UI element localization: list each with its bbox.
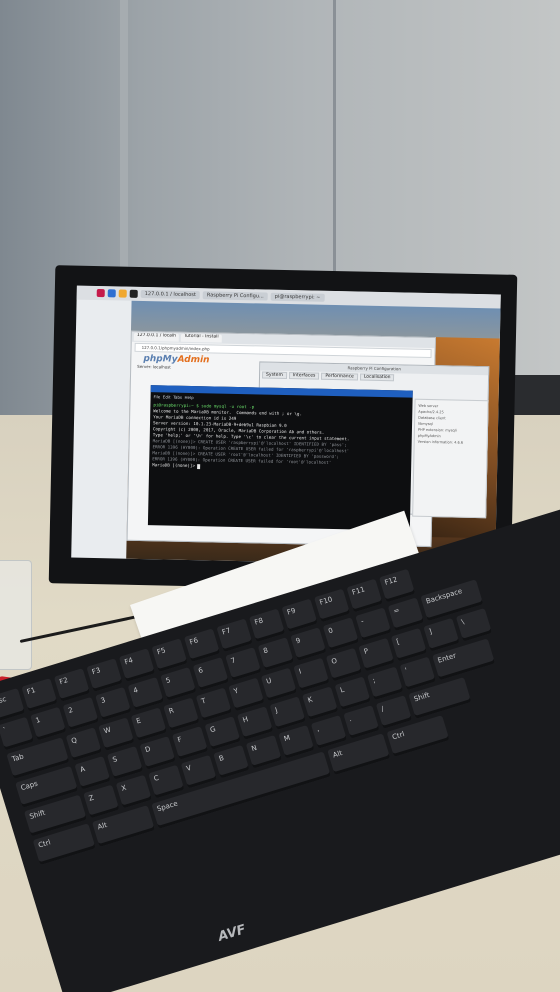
- key[interactable]: N: [245, 734, 283, 769]
- key[interactable]: K: [302, 686, 339, 721]
- wall-frame: [120, 0, 128, 300]
- key[interactable]: F4: [118, 648, 156, 682]
- key[interactable]: =: [387, 597, 425, 632]
- key[interactable]: F6: [183, 628, 221, 663]
- key[interactable]: ;: [367, 666, 404, 701]
- terminal-line: MariaDB [(none)]>: [152, 462, 198, 469]
- key[interactable]: L: [334, 676, 371, 711]
- phpmyadmin-server-panel: Web server Apache/2.4.25 Database client…: [412, 398, 489, 519]
- taskbar-task-browser[interactable]: 127.0.0.1 / localhost: [140, 289, 200, 300]
- key[interactable]: F9: [281, 598, 318, 633]
- key[interactable]: U: [260, 667, 298, 702]
- key[interactable]: F10: [313, 588, 351, 623]
- taskbar-task-terminal[interactable]: pi@raspberrypi: ~: [270, 292, 325, 302]
- key[interactable]: 5: [160, 667, 197, 701]
- key[interactable]: F3: [86, 658, 123, 692]
- key[interactable]: J: [269, 696, 306, 730]
- taskbar-task-config[interactable]: Raspberry Pi Configu...: [202, 291, 268, 301]
- menu-help[interactable]: Help: [184, 395, 193, 400]
- key[interactable]: 7: [225, 647, 262, 681]
- key[interactable]: F12: [378, 568, 416, 603]
- monitor-screen: 127.0.0.1 / localhost Raspberry Pi Confi…: [71, 285, 501, 567]
- key[interactable]: O: [325, 647, 363, 682]
- key[interactable]: `: [0, 716, 34, 751]
- terminal-cursor: [197, 463, 201, 469]
- key[interactable]: T: [195, 687, 232, 722]
- key[interactable]: .: [343, 705, 380, 739]
- key[interactable]: 6: [192, 657, 229, 691]
- key[interactable]: Z: [83, 784, 120, 819]
- menu-edit[interactable]: Edit: [163, 394, 171, 399]
- key[interactable]: A: [74, 755, 111, 790]
- key[interactable]: F11: [346, 578, 383, 613]
- tab-performance[interactable]: Performance: [321, 372, 358, 381]
- key[interactable]: S: [106, 746, 144, 780]
- tab-localisation[interactable]: Localisation: [359, 373, 395, 382]
- key[interactable]: E: [130, 707, 167, 742]
- key[interactable]: 4: [127, 676, 164, 711]
- panel-line: Version information: 4.6.6: [417, 439, 464, 445]
- key[interactable]: B: [213, 744, 250, 779]
- key[interactable]: 1: [30, 706, 67, 741]
- raspberry-menu-icon[interactable]: [96, 289, 105, 298]
- browser-icon[interactable]: [107, 289, 116, 298]
- key[interactable]: Q: [65, 727, 102, 761]
- key[interactable]: \: [455, 607, 493, 642]
- key[interactable]: 9: [290, 627, 327, 661]
- key[interactable]: G: [204, 716, 241, 750]
- key[interactable]: -: [355, 607, 392, 642]
- key[interactable]: 8: [257, 637, 294, 671]
- key[interactable]: 0: [322, 617, 360, 651]
- menu-file[interactable]: File: [154, 394, 161, 399]
- key[interactable]: H: [236, 706, 274, 740]
- key[interactable]: 2: [62, 696, 99, 731]
- key[interactable]: C: [148, 764, 185, 799]
- key[interactable]: ,: [310, 715, 348, 749]
- terminal-window[interactable]: pi@raspberrypi: ~ File Edit Tabs Help pi…: [147, 385, 413, 531]
- browser-tab[interactable]: Tutorial - Install: [180, 333, 222, 343]
- key[interactable]: M: [278, 725, 315, 759]
- key[interactable]: F5: [151, 638, 188, 672]
- menu-tabs[interactable]: Tabs: [173, 395, 182, 400]
- key[interactable]: P: [358, 637, 395, 672]
- key[interactable]: ]: [423, 617, 460, 652]
- key[interactable]: [: [390, 627, 428, 662]
- key[interactable]: F2: [53, 668, 91, 702]
- wall-seam: [333, 0, 336, 290]
- key[interactable]: Y: [228, 677, 265, 712]
- plastic-container: [0, 560, 32, 670]
- folder-icon[interactable]: [118, 289, 127, 298]
- browser-tab[interactable]: 127.0.0.1 / localh: [133, 332, 180, 342]
- key[interactable]: F: [171, 726, 209, 760]
- key[interactable]: X: [115, 774, 152, 809]
- key[interactable]: V: [180, 754, 218, 789]
- key[interactable]: R: [163, 697, 200, 732]
- key[interactable]: D: [139, 736, 176, 770]
- logo-accent: Admin: [177, 354, 210, 366]
- key[interactable]: /: [375, 695, 413, 729]
- key[interactable]: ': [399, 656, 436, 691]
- key[interactable]: Esc: [0, 688, 26, 722]
- logo-main: phpMy: [143, 353, 178, 365]
- tab-system[interactable]: System: [261, 371, 287, 380]
- terminal-icon[interactable]: [129, 289, 138, 298]
- tab-interfaces[interactable]: Interfaces: [288, 372, 320, 380]
- key[interactable]: I: [293, 657, 330, 692]
- key[interactable]: 3: [95, 686, 132, 721]
- key[interactable]: F1: [21, 678, 58, 712]
- key[interactable]: W: [98, 717, 135, 751]
- key[interactable]: F8: [248, 608, 286, 643]
- key[interactable]: F7: [216, 618, 253, 653]
